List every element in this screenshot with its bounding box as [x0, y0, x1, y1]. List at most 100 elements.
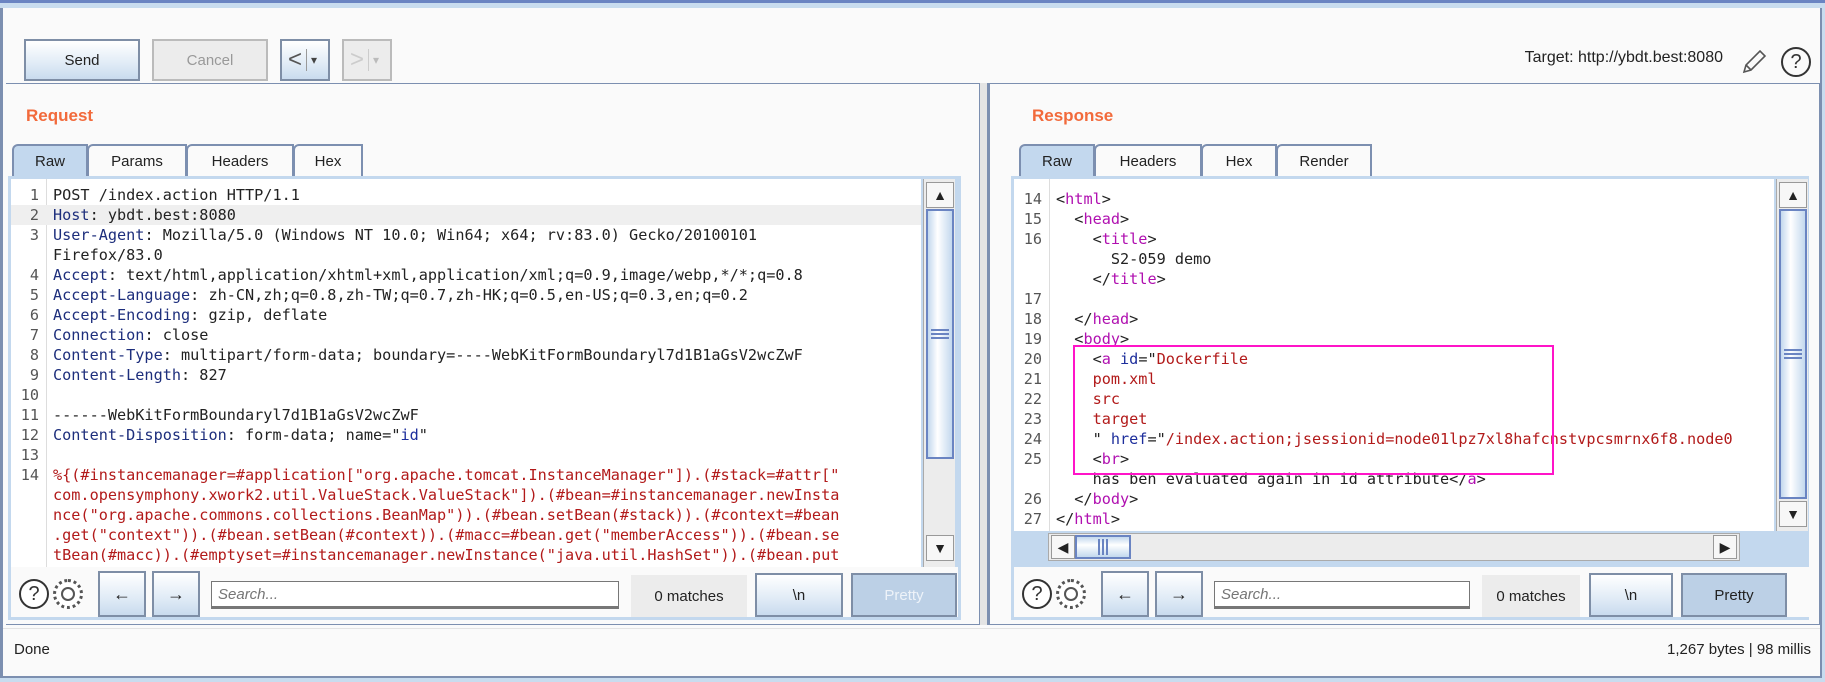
- editor-line: 13: [11, 445, 921, 465]
- request-vertical-scrollbar[interactable]: ▲ ▼: [923, 179, 955, 567]
- editor-line: 4 Accept: text/html,application/xhtml+xml…: [11, 265, 921, 285]
- scroll-thumb[interactable]: [926, 209, 954, 459]
- line-text: .get("context")).(#bean.setBean(#context…: [53, 526, 840, 544]
- editor-line: 2 Host: ybdt.best:8080: [11, 205, 921, 225]
- request-newline-toggle[interactable]: \n: [755, 573, 843, 617]
- editor-line: 24 " href="/index.action;jsessionid=node…: [1014, 429, 1774, 449]
- editor-line: 27 </html>: [1014, 509, 1774, 529]
- scroll-right-button[interactable]: ▶: [1713, 535, 1737, 559]
- cancel-button[interactable]: Cancel: [152, 39, 268, 81]
- search-next-button[interactable]: →: [1155, 571, 1203, 617]
- response-tab-hex[interactable]: Hex: [1201, 144, 1277, 176]
- editor-line: 19 <body>: [1014, 329, 1774, 349]
- response-tab-headers[interactable]: Headers: [1094, 144, 1202, 176]
- line-text: </html>: [1056, 510, 1121, 528]
- response-size-timing: 1,267 bytes | 98 millis: [1667, 641, 1811, 658]
- response-title: Response: [1032, 106, 1114, 125]
- line-text: target: [1056, 410, 1148, 428]
- editor-line: 21 pom.xml: [1014, 369, 1774, 389]
- scroll-thumb[interactable]: [1779, 209, 1807, 499]
- request-title: Request: [26, 106, 94, 125]
- line-number: 4: [29, 266, 39, 284]
- line-number: 15: [1023, 210, 1042, 228]
- cancel-label: Cancel: [186, 51, 234, 69]
- scroll-up-button[interactable]: ▲: [1779, 182, 1807, 208]
- response-match-count: 0 matches: [1482, 575, 1580, 617]
- pretty-label: Pretty: [1714, 586, 1754, 604]
- line-number: 25: [1023, 450, 1042, 468]
- history-back-button[interactable]: < ▾: [280, 39, 330, 81]
- request-tab-hex[interactable]: Hex: [293, 144, 363, 176]
- line-text: Connection: close: [53, 326, 209, 344]
- scroll-down-button[interactable]: ▼: [1779, 501, 1807, 527]
- editor-line: 20 <a id="Dockerfile: [1014, 349, 1774, 369]
- line-text: %{(#instancemanager=#application["org.ap…: [53, 466, 840, 484]
- request-pretty-button[interactable]: Pretty: [851, 573, 957, 617]
- scroll-up-button[interactable]: ▲: [926, 182, 954, 208]
- pencil-icon[interactable]: [1740, 48, 1768, 76]
- search-previous-button[interactable]: ←: [1101, 571, 1149, 617]
- line-number: 18: [1023, 310, 1042, 328]
- request-tab-headers[interactable]: Headers: [186, 144, 294, 176]
- editor-line: 9 Content-Length: 827: [11, 365, 921, 385]
- editor-line: 3 User-Agent: Mozilla/5.0 (Windows NT 10.…: [11, 225, 921, 245]
- gear-icon[interactable]: [53, 579, 83, 609]
- line-text: tBean(#macc)).(#emptyset=#instancemanage…: [53, 546, 840, 564]
- editor-line: 14 %{(#instancemanager=#application["org.…: [11, 465, 921, 485]
- editor-line: 5 Accept-Language: zh-CN,zh;q=0.8,zh-TW;q…: [11, 285, 921, 305]
- response-editor[interactable]: 14 <html> 15 <head> 16 <title> S2-059 demo …: [1014, 179, 1774, 531]
- history-forward-button[interactable]: > ▾: [342, 39, 392, 81]
- line-number: 27: [1023, 510, 1042, 528]
- editor-line: com.opensymphony.xwork2.util.ValueStack.…: [11, 485, 921, 505]
- request-tab-params[interactable]: Params: [87, 144, 187, 176]
- line-text: </body>: [1056, 490, 1139, 508]
- dropdown-icon[interactable]: ▾: [373, 53, 379, 67]
- help-icon[interactable]: ?: [1022, 579, 1052, 609]
- request-tab-raw[interactable]: Raw: [12, 144, 88, 176]
- help-icon[interactable]: ?: [1781, 47, 1811, 77]
- response-vertical-scrollbar[interactable]: ▲ ▼: [1776, 179, 1808, 531]
- editor-line: 15 <head>: [1014, 209, 1774, 229]
- editor-line: Firefox/83.0: [11, 245, 921, 265]
- right-arrow-icon: →: [1170, 583, 1188, 604]
- line-text: pom.xml: [1056, 370, 1157, 388]
- line-number: 22: [1023, 390, 1042, 408]
- request-search-input[interactable]: [211, 581, 619, 609]
- response-panel: Response Raw Headers Hex Render 14 <html>…: [987, 83, 1820, 625]
- editor-line: 17: [1014, 289, 1774, 309]
- pretty-label: Pretty: [884, 586, 924, 604]
- status-text: Done: [14, 641, 50, 658]
- gear-icon[interactable]: [1056, 579, 1086, 609]
- response-horizontal-scrollbar[interactable]: ◀ ▶: [1048, 533, 1740, 561]
- request-editor-container: 1 POST /index.action HTTP/1.1 2 Host: ybdt.…: [8, 176, 961, 620]
- line-text: User-Agent: Mozilla/5.0 (Windows NT 10.0…: [53, 226, 758, 244]
- search-previous-button[interactable]: ←: [98, 571, 146, 617]
- dropdown-icon[interactable]: ▾: [311, 53, 317, 67]
- line-number: 19: [1023, 330, 1042, 348]
- editor-line: 23 target: [1014, 409, 1774, 429]
- response-pretty-button[interactable]: Pretty: [1681, 573, 1787, 617]
- response-newline-toggle[interactable]: \n: [1589, 573, 1673, 617]
- editor-line: nce("org.apache.commons.collections.Bean…: [11, 505, 921, 525]
- scroll-left-button[interactable]: ◀: [1051, 535, 1075, 559]
- send-button[interactable]: Send: [24, 39, 140, 81]
- request-panel: Request Raw Params Headers Hex 1 POST /in…: [6, 83, 980, 625]
- horizontal-scroll-thumb[interactable]: [1075, 535, 1131, 559]
- left-arrow-icon: ←: [113, 583, 131, 604]
- scroll-down-button[interactable]: ▼: [926, 535, 954, 561]
- line-number: 10: [20, 386, 39, 404]
- line-number: 24: [1023, 430, 1042, 448]
- split-pane-divider[interactable]: [980, 83, 987, 625]
- help-icon[interactable]: ?: [19, 579, 49, 609]
- search-next-button[interactable]: →: [152, 571, 200, 617]
- response-search-input[interactable]: [1214, 581, 1470, 609]
- line-number: 20: [1023, 350, 1042, 368]
- editor-line: 25 <br>: [1014, 449, 1774, 469]
- response-tab-raw[interactable]: Raw: [1019, 144, 1095, 176]
- help-glyph: ?: [1790, 50, 1802, 73]
- line-number: 9: [29, 366, 39, 384]
- editor-line: 16 <title>: [1014, 229, 1774, 249]
- request-editor[interactable]: 1 POST /index.action HTTP/1.1 2 Host: ybdt.…: [11, 179, 921, 567]
- response-tab-render[interactable]: Render: [1276, 144, 1372, 176]
- newline-label: \n: [1624, 586, 1638, 604]
